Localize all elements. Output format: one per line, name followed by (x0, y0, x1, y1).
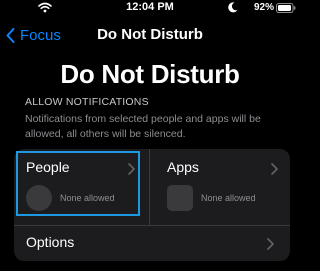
apps-label: Apps (167, 159, 199, 175)
allow-notifications-card: People None allowed Apps None allowed Op… (14, 149, 290, 261)
section-description: Notifications from selected people and a… (25, 113, 261, 140)
app-placeholder-icon (167, 185, 193, 211)
battery-percentage: 92% (254, 2, 275, 13)
status-bar: 12:04 PM 92% (0, 0, 300, 16)
people-status: None allowed (60, 193, 115, 203)
page-title: Do Not Disturb (60, 59, 240, 89)
moon-icon (228, 2, 238, 13)
chevron-right-icon (271, 163, 278, 175)
apps-cell[interactable]: Apps None allowed (150, 149, 290, 225)
people-avatar (26, 185, 52, 211)
chevron-right-icon (267, 238, 274, 250)
chevron-right-icon (128, 163, 135, 175)
apps-status: None allowed (201, 193, 256, 203)
section-header: ALLOW NOTIFICATIONS (25, 96, 149, 108)
people-cell[interactable]: People None allowed (14, 149, 149, 225)
options-label: Options (26, 234, 75, 250)
options-row[interactable]: Options (14, 226, 290, 261)
people-label: People (26, 159, 70, 175)
navigation-bar: Focus Do Not Disturb (0, 22, 300, 48)
battery-icon (276, 3, 296, 13)
nav-title: Do Not Disturb (97, 26, 203, 43)
